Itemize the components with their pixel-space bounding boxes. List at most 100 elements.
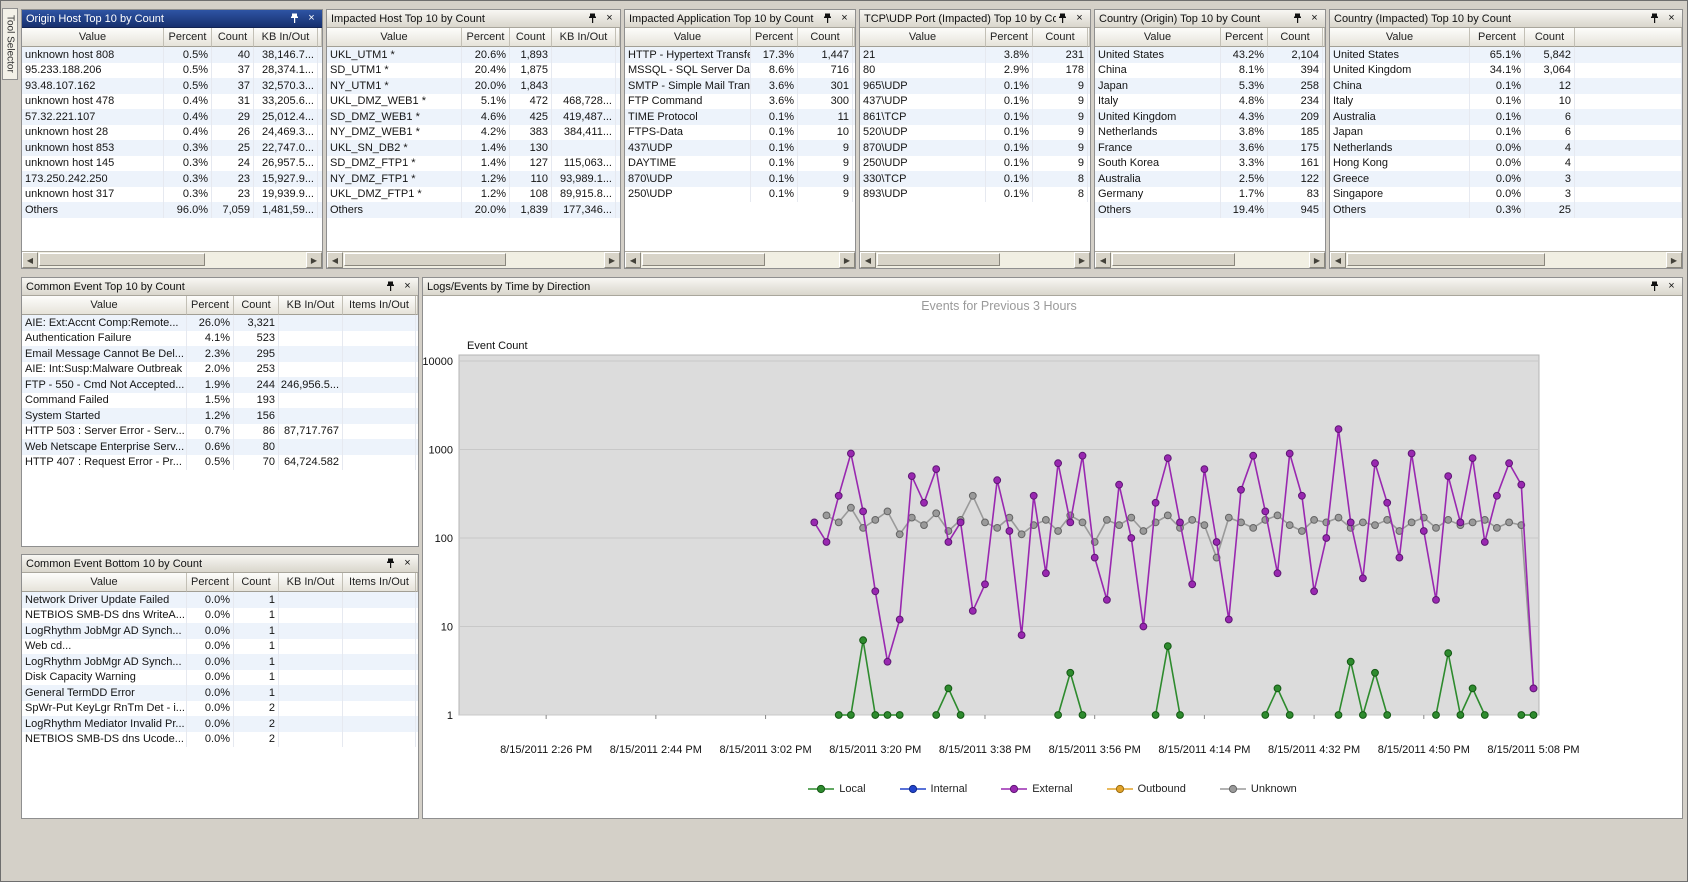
column-header-count[interactable]: Count	[510, 28, 552, 47]
table-row[interactable]: General TermDD Error0.0%1	[22, 685, 418, 701]
close-icon[interactable]: ×	[603, 12, 616, 25]
panel-titlebar[interactable]: Common Event Bottom 10 by Count ×	[22, 555, 418, 573]
table-row[interactable]: MSSQL - SQL Server Data...8.6%716	[625, 63, 855, 79]
table-row[interactable]: 57.32.221.1070.4%2925,012.4...	[22, 109, 322, 125]
column-header-value[interactable]: Value	[22, 28, 164, 47]
table-row[interactable]: France3.6%175	[1095, 140, 1325, 156]
column-header-percent[interactable]: Percent	[164, 28, 212, 47]
scrollbar-track[interactable]	[1111, 252, 1309, 268]
table-row[interactable]: Disk Capacity Warning0.0%1	[22, 670, 418, 686]
close-icon[interactable]: ×	[1665, 280, 1678, 293]
close-icon[interactable]: ×	[401, 557, 414, 570]
table-row[interactable]: Others0.3%25	[1330, 202, 1682, 218]
scrollbar-track[interactable]	[641, 252, 839, 268]
table-row[interactable]: HTTP 503 : Server Error - Serv...0.7%868…	[22, 424, 418, 440]
legend-item-local[interactable]: Local	[808, 783, 865, 795]
close-icon[interactable]: ×	[838, 12, 851, 25]
scroll-left-icon[interactable]: ◀	[22, 252, 38, 268]
column-header-value[interactable]: Value	[1095, 28, 1221, 47]
pin-icon[interactable]	[384, 557, 397, 570]
pin-icon[interactable]	[1056, 12, 1069, 25]
column-header-count[interactable]: Count	[234, 296, 279, 315]
table-row[interactable]: SD_DMZ_FTP1 *1.4%127115,063...	[327, 156, 620, 172]
table-row[interactable]: FTP Command3.6%300	[625, 94, 855, 110]
scroll-right-icon[interactable]: ▶	[1074, 252, 1090, 268]
close-icon[interactable]: ×	[1665, 12, 1678, 25]
table-row[interactable]: China0.1%12	[1330, 78, 1682, 94]
table-row[interactable]: South Korea3.3%161	[1095, 156, 1325, 172]
scrollbar-track[interactable]	[876, 252, 1074, 268]
table-row[interactable]: Netherlands0.0%4	[1330, 140, 1682, 156]
table-row[interactable]: 870\UDP0.1%9	[860, 140, 1090, 156]
tool-selector-tab[interactable]: Tool Selector	[2, 8, 18, 80]
table-row[interactable]: Netherlands3.8%185	[1095, 125, 1325, 141]
table-row[interactable]: 861\TCP0.1%9	[860, 109, 1090, 125]
column-header-count[interactable]: Count	[798, 28, 853, 47]
table-row[interactable]: NETBIOS SMB-DS dns WriteA...0.0%1	[22, 608, 418, 624]
scrollbar-track[interactable]	[1346, 252, 1666, 268]
table-row[interactable]: 870\UDP0.1%9	[625, 171, 855, 187]
table-row[interactable]: Australia0.1%6	[1330, 109, 1682, 125]
column-header-value[interactable]: Value	[327, 28, 462, 47]
table-row[interactable]: Japan5.3%258	[1095, 78, 1325, 94]
table-row[interactable]: AIE: Ext:Accnt Comp:Remote...26.0%3,321	[22, 315, 418, 331]
column-header-value[interactable]: Value	[22, 573, 187, 592]
close-icon[interactable]: ×	[305, 12, 318, 25]
column-header-count[interactable]: Count	[234, 573, 279, 592]
table-row[interactable]: Japan0.1%6	[1330, 125, 1682, 141]
table-row[interactable]: Authentication Failure4.1%523	[22, 331, 418, 347]
table-row[interactable]: 520\UDP0.1%9	[860, 125, 1090, 141]
table-row[interactable]: Others20.0%1,839177,346...	[327, 202, 620, 218]
column-header-percent[interactable]: Percent	[187, 296, 234, 315]
table-row[interactable]: Network Driver Update Failed0.0%1	[22, 592, 418, 608]
table-row[interactable]: Email Message Cannot Be Del...2.3%295	[22, 346, 418, 362]
column-header-percent[interactable]: Percent	[187, 573, 234, 592]
table-row[interactable]: 893\UDP0.1%8	[860, 187, 1090, 203]
table-row[interactable]: unknown host 1450.3%2426,957.5...	[22, 156, 322, 172]
pin-icon[interactable]	[1648, 280, 1661, 293]
scroll-left-icon[interactable]: ◀	[327, 252, 343, 268]
table-row[interactable]: Singapore0.0%3	[1330, 187, 1682, 203]
table-row[interactable]: Greece0.0%3	[1330, 171, 1682, 187]
table-row[interactable]: System Started1.2%156	[22, 408, 418, 424]
table-row[interactable]: NY_DMZ_FTP1 *1.2%11093,989.1...	[327, 171, 620, 187]
scrollbar-track[interactable]	[343, 252, 604, 268]
scroll-right-icon[interactable]: ▶	[306, 252, 322, 268]
table-row[interactable]: DAYTIME0.1%9	[625, 156, 855, 172]
table-row[interactable]: United Kingdom34.1%3,064	[1330, 63, 1682, 79]
column-header-count[interactable]: Count	[1268, 28, 1323, 47]
legend-item-internal[interactable]: Internal	[900, 783, 968, 795]
table-row[interactable]: 95.233.188.2060.5%3728,374.1...	[22, 63, 322, 79]
table-row[interactable]: LogRhythm JobMgr AD Synch...0.0%1	[22, 654, 418, 670]
column-header-items-in-out[interactable]: Items In/Out	[343, 296, 416, 315]
table-row[interactable]: Command Failed1.5%193	[22, 393, 418, 409]
scroll-left-icon[interactable]: ◀	[625, 252, 641, 268]
table-row[interactable]: Others96.0%7,0591,481,59...	[22, 202, 322, 218]
table-row[interactable]: UKL_UTM1 *20.6%1,893	[327, 47, 620, 63]
panel-titlebar[interactable]: Impacted Host Top 10 by Count ×	[327, 10, 620, 28]
table-row[interactable]: Australia2.5%122	[1095, 171, 1325, 187]
column-header-percent[interactable]: Percent	[751, 28, 798, 47]
column-header-kb-in-out[interactable]: KB In/Out	[254, 28, 318, 47]
table-row[interactable]: FTPS-Data0.1%10	[625, 125, 855, 141]
panel-titlebar[interactable]: Common Event Top 10 by Count ×	[22, 278, 418, 296]
panel-titlebar[interactable]: Origin Host Top 10 by Count ×	[22, 10, 322, 28]
scrollbar-thumb[interactable]	[1347, 253, 1545, 266]
table-row[interactable]: LogRhythm Mediator Invalid Pr...0.0%2	[22, 716, 418, 732]
scroll-right-icon[interactable]: ▶	[1666, 252, 1682, 268]
column-header-kb-in-out[interactable]: KB In/Out	[279, 296, 343, 315]
panel-titlebar[interactable]: Country (Impacted) Top 10 by Count ×	[1330, 10, 1682, 28]
panel-titlebar[interactable]: TCP\UDP Port (Impacted) Top 10 by Co... …	[860, 10, 1090, 28]
table-row[interactable]: United States43.2%2,104	[1095, 47, 1325, 63]
table-row[interactable]: Italy0.1%10	[1330, 94, 1682, 110]
column-header-count[interactable]: Count	[1033, 28, 1088, 47]
column-header-value[interactable]: Value	[625, 28, 751, 47]
table-row[interactable]: Germany1.7%83	[1095, 187, 1325, 203]
table-row[interactable]: 437\UDP0.1%9	[860, 94, 1090, 110]
table-row[interactable]: NY_UTM1 *20.0%1,843	[327, 78, 620, 94]
table-row[interactable]: unknown host 280.4%2624,469.3...	[22, 125, 322, 141]
column-header-count[interactable]: Count	[1525, 28, 1575, 47]
column-header-percent[interactable]: Percent	[1470, 28, 1525, 47]
table-row[interactable]: Others19.4%945	[1095, 202, 1325, 218]
legend-item-unknown[interactable]: Unknown	[1220, 783, 1297, 795]
